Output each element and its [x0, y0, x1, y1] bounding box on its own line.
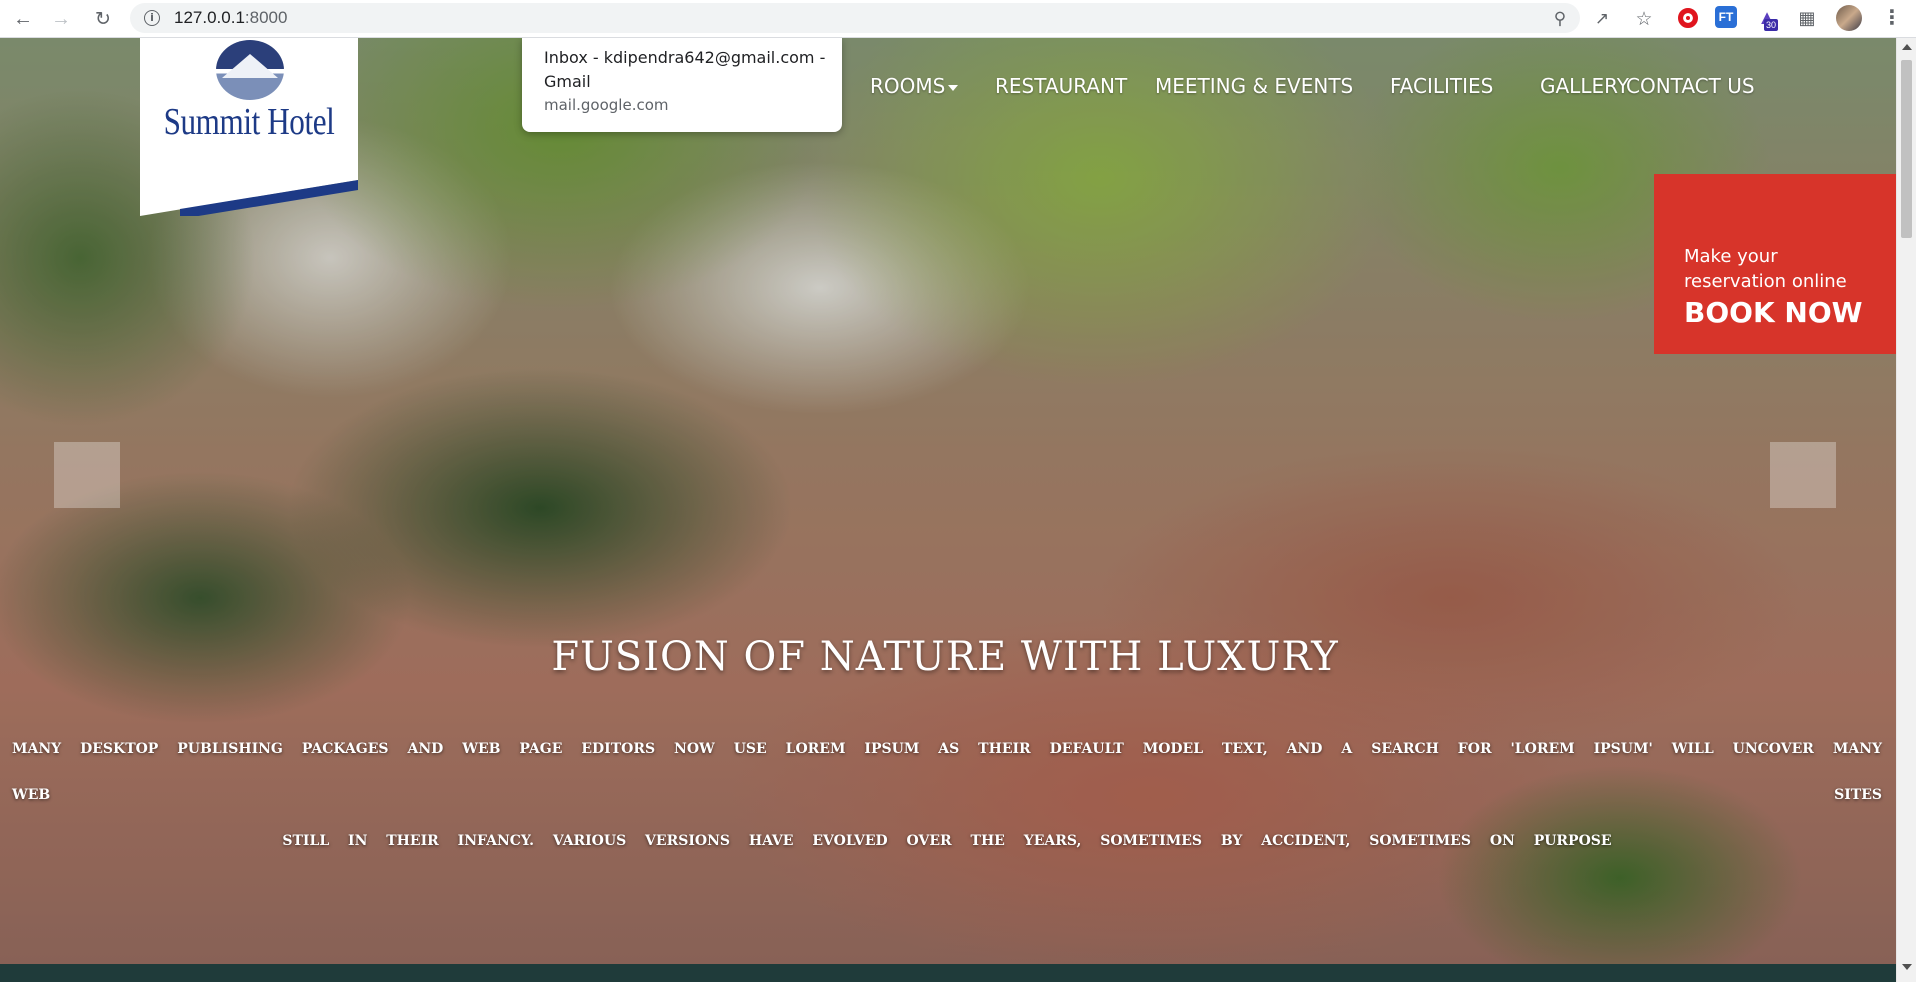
- hero-description-line2: still in their infancy. Various versions…: [282, 833, 1612, 849]
- tooltip-title: Inbox - kdipendra642@gmail.com - Gmail: [544, 48, 826, 91]
- info-icon[interactable]: i: [144, 10, 160, 26]
- browser-toolbar: ← → ↻ i 127.0.0.1:8000 ⚲ ↗ ☆ FT ▲ 30 ▦ ⋮: [0, 0, 1916, 38]
- scrollbar-thumb[interactable]: [1901, 60, 1912, 238]
- nav-contact-us[interactable]: CONTACT US: [1626, 74, 1755, 98]
- star-icon[interactable]: ☆: [1632, 7, 1656, 31]
- url-port: :8000: [244, 8, 288, 27]
- extension-badge: 30: [1764, 19, 1779, 31]
- logo-text: Summit Hotel: [163, 101, 335, 143]
- nav-facilities[interactable]: FACILITIES: [1390, 74, 1493, 98]
- carousel-next-button[interactable]: [1770, 442, 1836, 508]
- hero-description-line1: Many desktop publishing packages and web…: [12, 741, 1882, 803]
- puzzle-icon[interactable]: ▦: [1795, 6, 1819, 30]
- opera-icon[interactable]: [1676, 6, 1700, 30]
- hotel-logo[interactable]: Summit Hotel: [140, 38, 358, 176]
- url-host: 127.0.0.1: [174, 8, 245, 27]
- zoom-icon[interactable]: ⚲: [1548, 7, 1572, 31]
- tooltip-domain: mail.google.com: [544, 96, 669, 114]
- nav-rooms[interactable]: ROOMS: [870, 74, 959, 98]
- nav-meetings-events[interactable]: MEETING & EVENTS: [1155, 74, 1353, 98]
- logo-ribbon: [140, 176, 358, 216]
- scroll-up-icon[interactable]: [1902, 44, 1912, 50]
- book-now-panel[interactable]: Make your reservation online BOOK NOW: [1654, 174, 1896, 354]
- hero-title: FUSION OF NATURE WITH LUXURY: [551, 634, 1339, 680]
- scroll-down-icon[interactable]: [1902, 964, 1912, 970]
- hero-description: Many desktop publishing packages and web…: [12, 726, 1882, 864]
- ft-extension-icon[interactable]: FT: [1715, 6, 1737, 28]
- nav-restaurant[interactable]: RESTAURANT: [995, 74, 1127, 98]
- caret-down-icon: [948, 84, 959, 91]
- page-viewport: Summit Hotel ROOMS RESTAURANT MEETING & …: [0, 38, 1896, 982]
- share-icon[interactable]: ↗: [1590, 7, 1614, 31]
- address-bar[interactable]: i 127.0.0.1:8000 ⚲ ↗ ☆: [130, 3, 1653, 33]
- book-now-button[interactable]: BOOK NOW: [1684, 296, 1863, 329]
- back-arrow-icon[interactable]: ←: [8, 4, 38, 34]
- nav-gallery[interactable]: GALLERY: [1540, 74, 1629, 98]
- reload-icon[interactable]: ↻: [88, 4, 118, 34]
- nav-rooms-label: ROOMS: [870, 74, 946, 98]
- mountain-logo-icon: [216, 40, 284, 100]
- more-vert-icon[interactable]: ⋮: [1880, 4, 1904, 32]
- booking-subtitle: Make your reservation online: [1684, 246, 1847, 292]
- avatar[interactable]: [1836, 5, 1862, 31]
- carousel-prev-button[interactable]: [54, 442, 120, 508]
- tab-hover-tooltip: Inbox - kdipendra642@gmail.com - Gmail m…: [522, 38, 842, 132]
- section-divider: [0, 964, 1896, 982]
- url-text[interactable]: 127.0.0.1:8000: [174, 8, 287, 28]
- forward-arrow-icon[interactable]: →: [46, 4, 76, 34]
- page-scrollbar[interactable]: [1896, 38, 1916, 982]
